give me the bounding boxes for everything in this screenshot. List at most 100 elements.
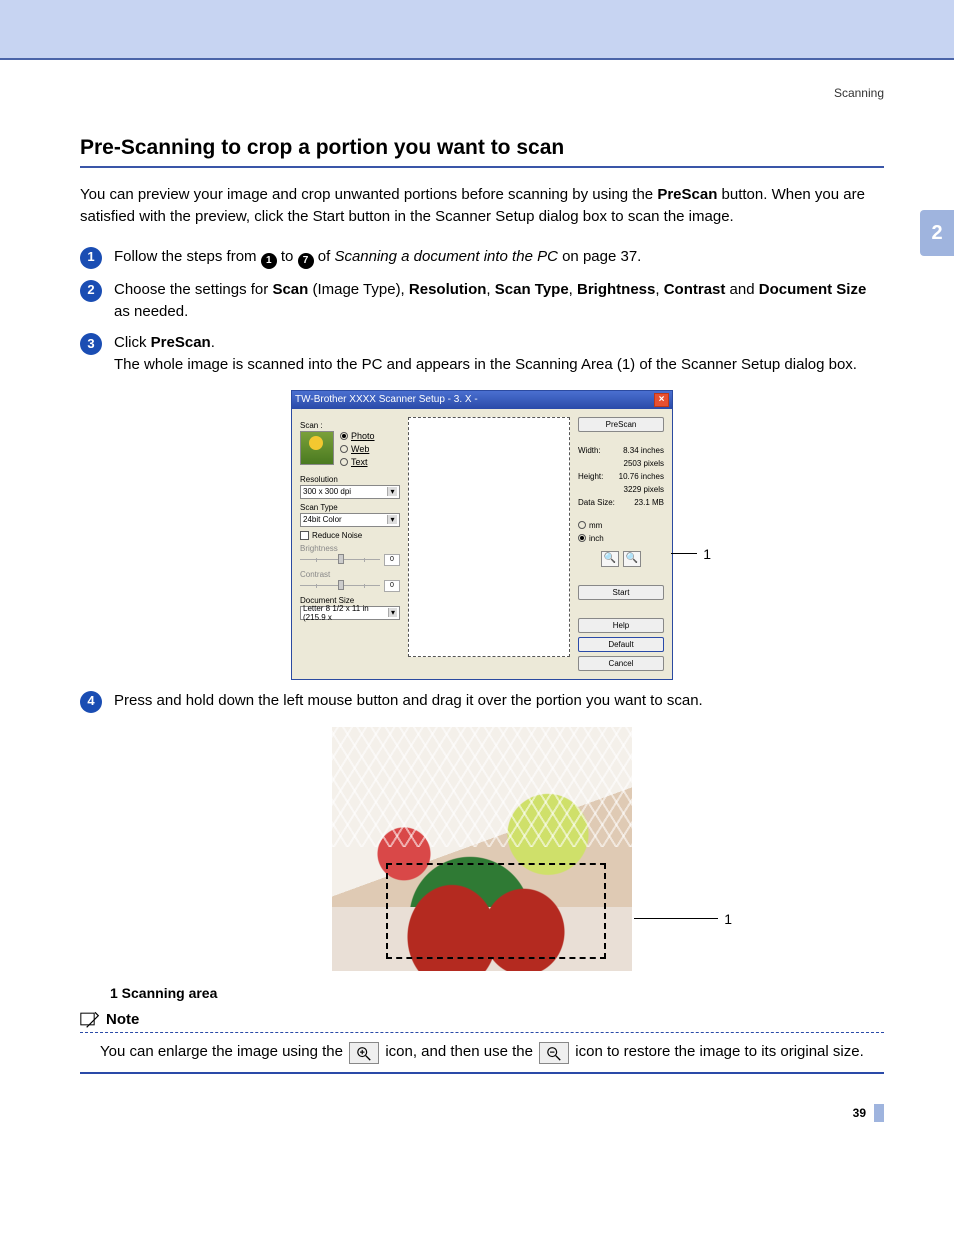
page-number: 39	[80, 1104, 884, 1122]
s3-c: .	[211, 334, 215, 351]
reduce-noise-checkbox[interactable]: Reduce Noise	[300, 531, 400, 540]
close-icon[interactable]: ×	[654, 393, 669, 407]
s1-c: of	[314, 248, 335, 265]
radio-photo[interactable]: Photo	[340, 431, 375, 441]
intro-paragraph: You can preview your image and crop unwa…	[80, 184, 884, 228]
reduce-noise-label: Reduce Noise	[312, 531, 362, 540]
radio-text[interactable]: Text	[340, 457, 375, 467]
resolution-dropdown[interactable]: 300 x 300 dpi ▾	[300, 485, 400, 499]
s2-a2: (Image Type),	[308, 281, 409, 298]
height-value: 10.76 inches	[619, 472, 664, 481]
zoom-in-icon[interactable]: 🔍	[601, 551, 619, 567]
s2-b6: Document Size	[759, 281, 867, 298]
s2-a6: and	[725, 281, 758, 298]
datasize-value: 23.1 MB	[634, 498, 664, 507]
note-icon	[80, 1011, 100, 1027]
contrast-label: Contrast	[300, 570, 400, 579]
step-3: 3 Click PreScan. The whole image is scan…	[80, 332, 884, 376]
note-header: Note	[80, 1011, 884, 1033]
dialog-titlebar: TW-Brother XXXX Scanner Setup - 3. X - ×	[292, 391, 672, 409]
s2-b3: Scan Type	[495, 281, 569, 298]
dialog-title: TW-Brother XXXX Scanner Setup - 3. X -	[295, 394, 478, 405]
brightness-label: Brightness	[300, 544, 400, 553]
s1-ital: Scanning a document into the PC	[334, 248, 557, 265]
s2-b1: Scan	[272, 281, 308, 298]
scan-label: Scan :	[300, 421, 400, 430]
resolution-value: 300 x 300 dpi	[303, 487, 351, 496]
photo-figure: 1	[80, 727, 884, 971]
step-2-badge: 2	[80, 280, 102, 302]
s2-b5: Contrast	[664, 281, 726, 298]
callout-1-photo: 1	[634, 911, 732, 927]
step-1-body: Follow the steps from 1 to 7 of Scanning…	[114, 246, 884, 269]
scanner-setup-dialog: TW-Brother XXXX Scanner Setup - 3. X - ×…	[291, 390, 673, 680]
chapter-tab: 2	[920, 210, 954, 256]
doc-size-value: Letter 8 1/2 x 11 in (215.9 x	[303, 604, 388, 622]
s2-a4: ,	[569, 281, 577, 298]
breadcrumb: Scanning	[80, 86, 884, 100]
zoom-out-icon[interactable]: 🔍	[623, 551, 641, 567]
inline-bullet-1: 1	[261, 253, 277, 269]
dialog-left-panel: Scan : Photo Web Text Resolution 300 x 3…	[300, 417, 400, 671]
s3-b: PreScan	[151, 334, 211, 351]
brightness-slider[interactable]: 0	[300, 554, 400, 566]
chevron-down-icon: ▾	[387, 487, 397, 496]
chevron-down-icon: ▾	[387, 515, 397, 524]
inline-bullet-7: 7	[298, 253, 314, 269]
s3-d: The whole image is scanned into the PC a…	[114, 356, 857, 373]
step-1: 1 Follow the steps from 1 to 7 of Scanni…	[80, 246, 884, 269]
width-value: 8.34 inches	[623, 446, 664, 455]
zoom-in-icon[interactable]	[349, 1042, 379, 1064]
step-3-badge: 3	[80, 333, 102, 355]
s1-a: Follow the steps from	[114, 248, 261, 265]
note-c: icon to restore the image to its origina…	[575, 1043, 863, 1060]
intro-a: You can preview your image and crop unwa…	[80, 186, 657, 203]
callout-1b-label: 1	[724, 911, 732, 927]
s2-b4: Brightness	[577, 281, 655, 298]
unit-mm-label: mm	[589, 521, 602, 530]
note-b: icon, and then use the	[385, 1043, 537, 1060]
step-1-badge: 1	[80, 247, 102, 269]
page-title: Pre-Scanning to crop a portion you want …	[80, 136, 884, 168]
prescan-button[interactable]: PreScan	[578, 417, 664, 432]
help-button[interactable]: Help	[578, 618, 664, 633]
contrast-value: 0	[384, 580, 400, 592]
radio-web[interactable]: Web	[340, 444, 375, 454]
top-band	[0, 0, 954, 60]
dialog-figure: TW-Brother XXXX Scanner Setup - 3. X - ×…	[80, 390, 884, 680]
note-a: You can enlarge the image using the	[100, 1043, 347, 1060]
sample-scan-image	[332, 727, 632, 971]
radio-web-label: Web	[351, 444, 369, 454]
s2-b2: Resolution	[409, 281, 487, 298]
figure-caption: 1 Scanning area	[110, 985, 884, 1001]
s1-d: on page 37.	[558, 248, 641, 265]
page-content: Scanning 2 Pre-Scanning to crop a portio…	[0, 60, 954, 1152]
step-4-body: Press and hold down the left mouse butto…	[114, 690, 884, 713]
width-label: Width:	[578, 446, 601, 455]
start-button[interactable]: Start	[578, 585, 664, 600]
scanning-area-preview[interactable]	[408, 417, 570, 657]
step-4: 4 Press and hold down the left mouse but…	[80, 690, 884, 713]
height-label: Height:	[578, 472, 603, 481]
unit-inch-radio[interactable]: inch	[578, 534, 664, 543]
dialog-right-panel: PreScan Width:8.34 inches 2503 pixels He…	[578, 417, 664, 671]
contrast-slider[interactable]: 0	[300, 580, 400, 592]
radio-text-label: Text	[351, 457, 368, 467]
resolution-label: Resolution	[300, 475, 400, 484]
scan-type-dropdown[interactable]: 24bit Color▾	[300, 513, 400, 527]
step-3-body: Click PreScan. The whole image is scanne…	[114, 332, 884, 376]
default-button[interactable]: Default	[578, 637, 664, 652]
doc-size-dropdown[interactable]: Letter 8 1/2 x 11 in (215.9 x▾	[300, 606, 400, 620]
zoom-out-icon[interactable]	[539, 1042, 569, 1064]
scan-type-label: Scan Type	[300, 503, 400, 512]
radio-photo-label: Photo	[351, 431, 375, 441]
preview-thumbnail	[300, 431, 334, 465]
datasize-label: Data Size:	[578, 498, 615, 507]
unit-mm-radio[interactable]: mm	[578, 521, 664, 530]
selection-rectangle	[386, 863, 606, 959]
s2-a: Choose the settings for	[114, 281, 272, 298]
step-4-badge: 4	[80, 691, 102, 713]
cancel-button[interactable]: Cancel	[578, 656, 664, 671]
brightness-value: 0	[384, 554, 400, 566]
step-2: 2 Choose the settings for Scan (Image Ty…	[80, 279, 884, 323]
